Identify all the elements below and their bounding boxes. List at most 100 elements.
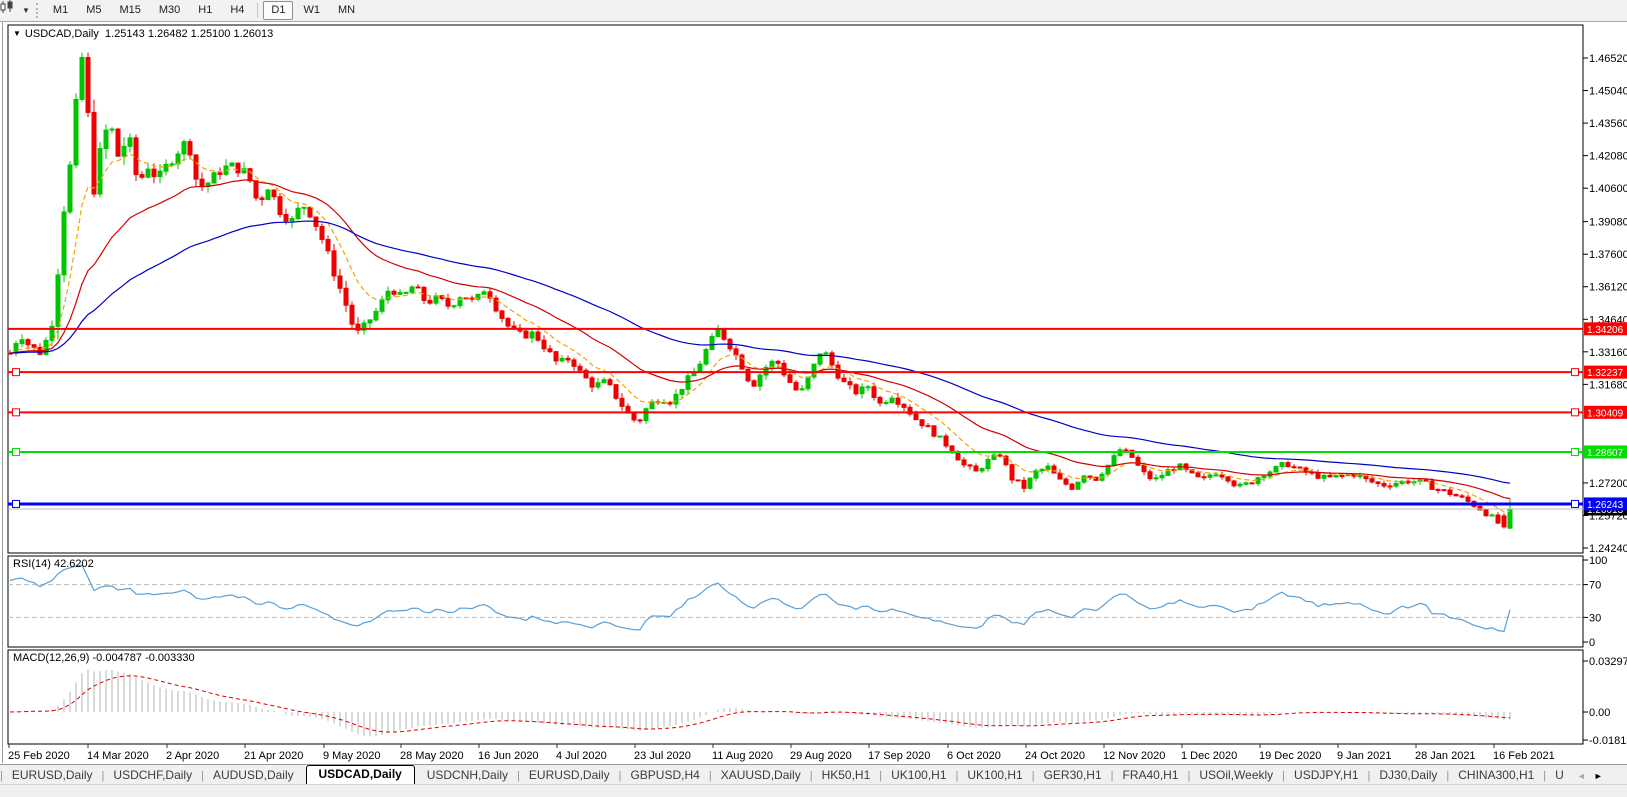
level-handle[interactable] — [13, 448, 20, 455]
svg-text:1.36120: 1.36120 — [1589, 282, 1627, 294]
svg-text:4 Jul 2020: 4 Jul 2020 — [556, 750, 607, 762]
svg-text:12 Nov 2020: 12 Nov 2020 — [1103, 750, 1165, 762]
tab-gbpusd-h4[interactable]: GBPUSD,H4 — [621, 767, 708, 785]
price-axis: 1.46520 1.45040 1.43560 1.42080 1.40600 1.390… — [1583, 53, 1627, 747]
timeframe-button-d1[interactable]: D1 — [263, 1, 293, 20]
tab-china300-h1[interactable]: CHINA300,H1 — [1449, 767, 1543, 785]
timeframe-button-m30[interactable]: M30 — [151, 1, 188, 20]
svg-text:1 Dec 2020: 1 Dec 2020 — [1181, 750, 1237, 762]
svg-text:16 Feb 2021: 16 Feb 2021 — [1493, 750, 1555, 762]
svg-text:1.39080: 1.39080 — [1589, 217, 1627, 229]
ma-slow-line[interactable] — [10, 221, 1510, 483]
timeframe-buttons: M1M5M15M30H1H4 D1W1MN — [44, 1, 364, 20]
macd-signal-line[interactable] — [10, 676, 1510, 732]
tab-uk100-h1[interactable]: UK100,H1 — [958, 767, 1031, 785]
candlestick-chart-icon[interactable] — [3, 3, 21, 19]
tab-usoil-weekly[interactable]: USOil,Weekly — [1190, 767, 1282, 785]
macd-histogram — [10, 669, 1510, 736]
chart-plot-area[interactable]: 1.46520 1.45040 1.43560 1.42080 1.40600 1.390… — [0, 0, 1627, 797]
level-line-1.32237[interactable]: 1.32237 — [8, 366, 1627, 380]
level-handle[interactable] — [13, 369, 20, 376]
level-line-1.28607[interactable]: 1.28607 — [8, 445, 1627, 459]
timeframe-button-w1[interactable]: W1 — [295, 1, 328, 20]
rsi-indicator-label: RSI(14) 42.6202 — [13, 558, 94, 570]
ma-fast-line[interactable] — [10, 154, 1510, 512]
chart-ohlc-values: 1.25143 1.26482 1.25100 1.26013 — [105, 28, 273, 40]
chart-tab-bar: |EURUSD,Daily|USDCHF,Daily|AUDUSD,Daily|… — [0, 764, 1627, 785]
tab-usdcad-daily[interactable]: USDCAD,Daily — [306, 765, 415, 786]
macd-values: -0.004787 -0.003330 — [92, 652, 194, 664]
tab-dj30-daily[interactable]: DJ30,Daily — [1370, 767, 1446, 785]
svg-text:1.46520: 1.46520 — [1589, 53, 1627, 65]
svg-text:1.31680: 1.31680 — [1589, 379, 1627, 391]
tab-hk50-h1[interactable]: HK50,H1 — [813, 767, 880, 785]
tab-scroll-right-icon[interactable]: ► — [1590, 771, 1607, 785]
caret-down-icon[interactable]: ▼ — [22, 6, 30, 15]
rsi-value: 42.6202 — [54, 558, 94, 570]
toolbar-grip[interactable] — [36, 3, 38, 18]
svg-text:1.27200: 1.27200 — [1589, 478, 1627, 490]
timeframe-button-h4[interactable]: H4 — [222, 1, 252, 20]
level-line-1.34206[interactable]: 1.34206 — [8, 322, 1627, 336]
svg-text:6 Oct 2020: 6 Oct 2020 — [947, 750, 1001, 762]
tab-fra40-h1[interactable]: FRA40,H1 — [1113, 767, 1187, 785]
level-line-1.30409[interactable]: 1.30409 — [8, 406, 1627, 420]
chart-title: ▼USDCAD,Daily 1.25143 1.26482 1.25100 1.… — [13, 28, 273, 40]
status-strip — [0, 784, 1627, 797]
candlesticks — [8, 53, 1512, 529]
svg-text:24 Oct 2020: 24 Oct 2020 — [1025, 750, 1085, 762]
tab-usdjpy-h1[interactable]: USDJPY,H1 — [1285, 767, 1367, 785]
ma-mid-line[interactable] — [10, 180, 1510, 499]
svg-text:1.43560: 1.43560 — [1589, 118, 1627, 130]
level-handle[interactable] — [13, 500, 20, 507]
svg-text:1.40600: 1.40600 — [1589, 183, 1627, 195]
svg-text:1.37600: 1.37600 — [1589, 249, 1627, 261]
macd-pane-border — [8, 650, 1583, 744]
tab-usdchf-daily[interactable]: USDCHF,Daily — [104, 767, 201, 785]
svg-text:29 Aug 2020: 29 Aug 2020 — [790, 750, 852, 762]
svg-text:23 Jul 2020: 23 Jul 2020 — [634, 750, 691, 762]
svg-text:1.42080: 1.42080 — [1589, 151, 1627, 163]
timeframe-button-h1[interactable]: H1 — [190, 1, 220, 20]
level-handle[interactable] — [1572, 409, 1579, 416]
level-handle[interactable] — [13, 409, 20, 416]
tab-uk100-h1[interactable]: UK100,H1 — [882, 767, 955, 785]
svg-text:0.032972: 0.032972 — [1589, 656, 1627, 668]
timeframe-button-m5[interactable]: M5 — [78, 1, 109, 20]
tab-eurusd-daily[interactable]: EURUSD,Daily — [520, 767, 619, 785]
tab-scroll-left-icon[interactable]: ◄ — [1573, 771, 1590, 785]
timeframe-button-m15[interactable]: M15 — [111, 1, 148, 20]
svg-text:1.45040: 1.45040 — [1589, 86, 1627, 98]
rsi-line[interactable] — [10, 565, 1510, 631]
svg-text:70: 70 — [1589, 580, 1601, 592]
tab-eurusd-daily[interactable]: EURUSD,Daily — [3, 767, 102, 785]
tab-ger30-h1[interactable]: GER30,H1 — [1035, 767, 1111, 785]
svg-text:1.30409: 1.30409 — [1587, 408, 1624, 419]
mt4-window: { "toolbar": { "chart_type_icon": "candl… — [0, 0, 1627, 797]
collapse-chart-icon[interactable]: ▼ — [13, 29, 21, 38]
level-handle[interactable] — [1572, 500, 1579, 507]
svg-text:30: 30 — [1589, 612, 1601, 624]
rsi-pane-border — [8, 556, 1583, 647]
level-handle[interactable] — [1572, 448, 1579, 455]
svg-text:1.34206: 1.34206 — [1587, 325, 1624, 336]
level-handle[interactable] — [1572, 369, 1579, 376]
timeframe-toolbar: ▼ M1M5M15M30H1H4 D1W1MN — [0, 0, 1627, 22]
date-axis: 25 Feb 202014 Mar 20202 Apr 202021 Apr 2… — [8, 744, 1555, 762]
timeframe-button-m1[interactable]: M1 — [45, 1, 76, 20]
svg-text:16 Jun 2020: 16 Jun 2020 — [478, 750, 539, 762]
tab-xauusd-daily[interactable]: XAUUSD,Daily — [712, 767, 810, 785]
tab-u[interactable]: U — [1546, 767, 1573, 785]
svg-text:25 Feb 2020: 25 Feb 2020 — [8, 750, 70, 762]
svg-text:28 May 2020: 28 May 2020 — [400, 750, 464, 762]
svg-text:21 Apr 2020: 21 Apr 2020 — [244, 750, 303, 762]
tab-usdcnh-daily[interactable]: USDCNH,Daily — [418, 767, 517, 785]
tab-audusd-daily[interactable]: AUDUSD,Daily — [204, 767, 303, 785]
timeframe-button-mn[interactable]: MN — [330, 1, 363, 20]
svg-text:11 Aug 2020: 11 Aug 2020 — [712, 750, 773, 762]
toolbar-separator — [257, 3, 258, 18]
svg-text:1.28607: 1.28607 — [1587, 448, 1624, 459]
svg-text:1.24240: 1.24240 — [1589, 543, 1627, 555]
svg-text:14 Mar 2020: 14 Mar 2020 — [87, 750, 149, 762]
svg-text:0.00: 0.00 — [1589, 707, 1610, 719]
